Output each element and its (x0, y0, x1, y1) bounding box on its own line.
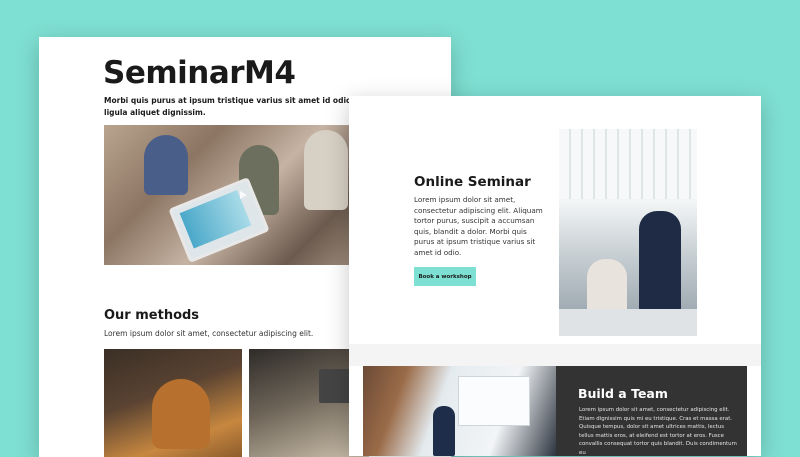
team-text: Lorem ipsum dolor sit amet, consectetur … (579, 407, 737, 456)
method-image-1 (104, 349, 242, 457)
page-title: SeminarM4 (103, 55, 296, 91)
front-page-preview: Online Seminar Lorem ipsum dolor sit ame… (349, 96, 761, 456)
person-figure (433, 406, 455, 456)
methods-heading: Our methods (104, 308, 200, 323)
person-figure (304, 130, 348, 210)
person-figure (152, 379, 210, 449)
seminar-heading: Online Seminar (414, 174, 531, 190)
team-panel: Build a Team Lorem ipsum dolor sit amet,… (556, 366, 747, 456)
play-icon (240, 191, 247, 199)
team-heading: Build a Team (578, 386, 668, 401)
office-image (559, 129, 697, 336)
hero-image (104, 125, 364, 265)
methods-text: Lorem ipsum dolor sit amet, consectetur … (104, 329, 314, 338)
desk (559, 309, 697, 336)
whiteboard (458, 376, 530, 426)
person-figure (144, 135, 188, 195)
presentation-image (363, 366, 556, 456)
seminar-section (349, 96, 761, 344)
section-divider (349, 344, 761, 366)
seminar-text: Lorem ipsum dolor sit amet, consectetur … (414, 195, 543, 257)
ceiling (559, 129, 697, 199)
book-workshop-button[interactable]: Book a workshop (414, 267, 476, 286)
